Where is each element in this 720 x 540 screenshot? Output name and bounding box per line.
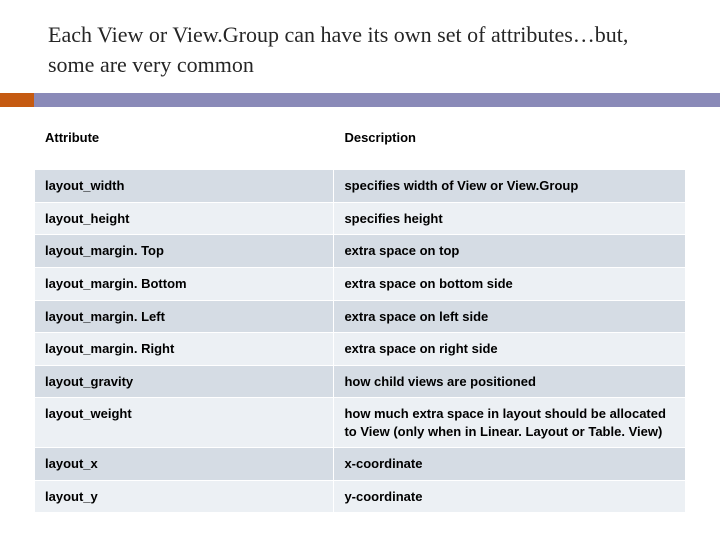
cell-attr: layout_margin. Left (35, 300, 334, 333)
header-attribute: Attribute (35, 118, 334, 170)
table-row: layout_gravity how child views are posit… (35, 365, 686, 398)
cell-desc: how child views are positioned (334, 365, 686, 398)
cell-desc: extra space on bottom side (334, 268, 686, 301)
cell-desc: x-coordinate (334, 448, 686, 481)
table-row: layout_y y-coordinate (35, 480, 686, 513)
cell-attr: layout_y (35, 480, 334, 513)
cell-attr: layout_margin. Bottom (35, 268, 334, 301)
cell-attr: layout_margin. Top (35, 235, 334, 268)
table-row: layout_x x-coordinate (35, 448, 686, 481)
table-row: layout_width specifies width of View or … (35, 170, 686, 203)
accent-orange (0, 93, 34, 107)
accent-purple (34, 93, 720, 107)
accent-strip (0, 93, 720, 107)
table-header-row: Attribute Description (35, 118, 686, 170)
cell-desc: specifies height (334, 202, 686, 235)
cell-attr: layout_width (35, 170, 334, 203)
cell-attr: layout_gravity (35, 365, 334, 398)
slide-title: Each View or View.Group can have its own… (34, 20, 686, 79)
cell-desc: specifies width of View or View.Group (334, 170, 686, 203)
table-row: layout_margin. Right extra space on righ… (35, 333, 686, 366)
cell-attr: layout_x (35, 448, 334, 481)
cell-desc: how much extra space in layout should be… (334, 398, 686, 448)
cell-attr: layout_height (35, 202, 334, 235)
cell-desc: extra space on left side (334, 300, 686, 333)
attributes-table: Attribute Description layout_width speci… (34, 117, 686, 513)
cell-desc: extra space on right side (334, 333, 686, 366)
table-row: layout_weight how much extra space in la… (35, 398, 686, 448)
cell-attr: layout_margin. Right (35, 333, 334, 366)
header-description: Description (334, 118, 686, 170)
table-row: layout_margin. Bottom extra space on bot… (35, 268, 686, 301)
cell-desc: y-coordinate (334, 480, 686, 513)
cell-desc: extra space on top (334, 235, 686, 268)
table-row: layout_margin. Top extra space on top (35, 235, 686, 268)
slide: Each View or View.Group can have its own… (0, 0, 720, 513)
table-row: layout_height specifies height (35, 202, 686, 235)
table-row: layout_margin. Left extra space on left … (35, 300, 686, 333)
cell-attr: layout_weight (35, 398, 334, 448)
